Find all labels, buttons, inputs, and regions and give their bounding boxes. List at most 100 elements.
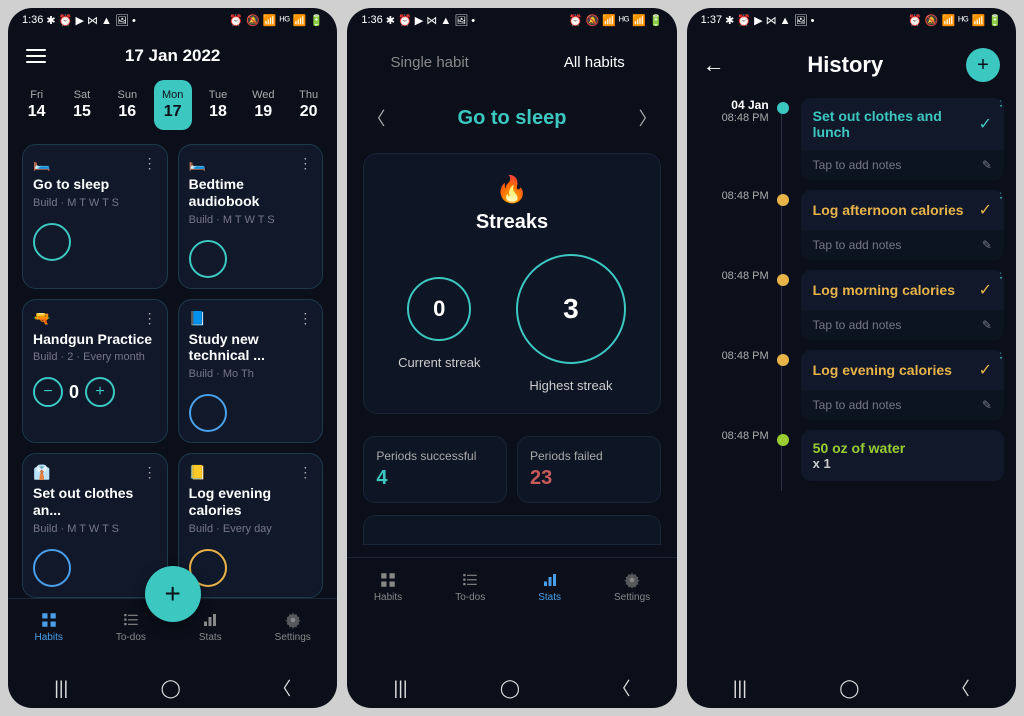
screen-stats: 1:36 ✱ ⏰ ▶ ⋈ ▲ 🖼 • ⏰ 🔕 📶 ᴴᴳ 📶 🔋 Single h… (347, 8, 676, 708)
android-nav: ||| ◯ 〈 (687, 668, 1016, 708)
more-icon[interactable]: ⋮ (143, 310, 157, 327)
current-streak: 0 (407, 277, 471, 341)
menu-icon[interactable] (26, 49, 46, 63)
timeline-dot (777, 274, 789, 286)
tab-stats[interactable]: Stats (199, 611, 222, 643)
more-icon[interactable]: ⋮ (994, 350, 1004, 361)
add-notes[interactable]: Tap to add notes✎ (801, 150, 1004, 180)
day-thu[interactable]: Thu20 (290, 80, 328, 130)
complete-circle[interactable] (33, 549, 71, 587)
timeline-dot (777, 354, 789, 366)
history-card[interactable]: ⋮ Log evening calories✓ Tap to add notes… (801, 350, 1004, 420)
status-time: 1:37 (701, 14, 722, 26)
tab-habits[interactable]: Habits (35, 611, 63, 643)
streaks-card: 🔥 Streaks 0 Current streak 3 Highest str… (363, 153, 660, 414)
timeline-dot (777, 194, 789, 206)
more-icon[interactable]: ⋮ (994, 98, 1004, 109)
status-bar: 1:36 ✱ ⏰ ▶ ⋈ ▲ 🖼 • ⏰ 🔕 📶 ᴴᴳ 📶 🔋 (8, 8, 337, 32)
pencil-icon: ✎ (982, 398, 992, 412)
add-notes[interactable]: Tap to add notes✎ (801, 390, 1004, 420)
history-card[interactable]: ⋮ Set out clothes and lunch✓ Tap to add … (801, 98, 1004, 180)
status-time: 1:36 (361, 14, 382, 26)
habit-card[interactable]: ⋮ 📘 Study new technical ... Build · Mo T… (178, 299, 324, 444)
status-bar: 1:37 ✱ ⏰ ▶ ⋈ ▲ 🖼 • ⏰ 🔕 📶 ᴴᴳ 📶 🔋 (687, 8, 1016, 32)
pencil-icon: ✎ (982, 318, 992, 332)
back-icon[interactable]: ← (703, 52, 725, 78)
pencil-icon: ✎ (982, 238, 992, 252)
add-notes[interactable]: Tap to add notes✎ (801, 310, 1004, 340)
more-icon[interactable]: ⋮ (994, 190, 1004, 201)
tab-todos[interactable]: To-dos (116, 611, 146, 643)
timeline-dot (777, 102, 789, 114)
screen-history: 1:37 ✱ ⏰ ▶ ⋈ ▲ 🖼 • ⏰ 🔕 📶 ᴴᴳ 📶 🔋 ← Histor… (687, 8, 1016, 708)
android-nav: ||| ◯ 〈 (8, 668, 337, 708)
history-card[interactable]: ⋮ Log morning calories✓ Tap to add notes… (801, 270, 1004, 340)
highest-streak: 3 (516, 254, 626, 364)
home-button[interactable]: ◯ (500, 678, 520, 699)
timeline: 04 Jan08:48 PM ⋮ Set out clothes and lun… (687, 98, 1016, 491)
more-icon[interactable]: ⋮ (298, 310, 312, 327)
android-nav: ||| ◯ 〈 (347, 668, 676, 708)
bottom-nav: Habits To-dos Stats Settings (347, 557, 676, 615)
date-title: 17 Jan 2022 (46, 46, 299, 66)
tab-habits[interactable]: Habits (374, 571, 402, 603)
add-notes[interactable]: Tap to add notes✎ (801, 230, 1004, 260)
plus-button[interactable]: + (85, 377, 115, 407)
recents-button[interactable]: ||| (733, 678, 747, 699)
habit-card[interactable]: ⋮ 👔 Set out clothes an... Build · M T W … (22, 453, 168, 598)
more-icon[interactable]: ⋮ (298, 155, 312, 172)
habit-card[interactable]: ⋮ 🛏️ Bedtime audiobook Build · M T W T S (178, 144, 324, 289)
next-habit-button[interactable]: 〉 (639, 105, 657, 131)
habit-card[interactable]: ⋮ 🔫 Handgun Practice Build · 2 · Every m… (22, 299, 168, 444)
tab-single-habit[interactable]: Single habit (347, 44, 512, 81)
tab-settings[interactable]: Settings (275, 611, 311, 643)
habit-card[interactable]: ⋮ 📒 Log evening calories Build · Every d… (178, 453, 324, 598)
minus-button[interactable]: − (33, 377, 63, 407)
tab-stats[interactable]: Stats (538, 571, 561, 603)
day-sat[interactable]: Sat15 (63, 80, 101, 130)
check-icon: ✓ (979, 360, 992, 380)
status-bar: 1:36 ✱ ⏰ ▶ ⋈ ▲ 🖼 • ⏰ 🔕 📶 ᴴᴳ 📶 🔋 (347, 8, 676, 32)
back-button[interactable]: 〈 (612, 675, 630, 701)
add-button[interactable]: + (966, 48, 1000, 82)
prev-habit-button[interactable]: 〈 (367, 105, 385, 131)
home-button[interactable]: ◯ (839, 678, 859, 699)
complete-circle[interactable] (189, 394, 227, 432)
screen-habits: 1:36 ✱ ⏰ ▶ ⋈ ▲ 🖼 • ⏰ 🔕 📶 ᴴᴳ 📶 🔋 17 Jan 2… (8, 8, 337, 708)
back-button[interactable]: 〈 (273, 675, 291, 701)
tab-todos[interactable]: To-dos (455, 571, 485, 603)
tab-settings[interactable]: Settings (614, 571, 650, 603)
more-icon[interactable]: ⋮ (143, 155, 157, 172)
day-sun[interactable]: Sun16 (108, 80, 146, 130)
more-icon[interactable]: ⋮ (298, 464, 312, 481)
counter-value: 0 (69, 382, 79, 403)
history-card[interactable]: 50 oz of water x 1 (801, 430, 1004, 481)
timeline-dot (777, 434, 789, 446)
home-button[interactable]: ◯ (161, 678, 181, 699)
history-card[interactable]: ⋮ Log afternoon calories✓ Tap to add not… (801, 190, 1004, 260)
status-time: 1:36 (22, 14, 43, 26)
pencil-icon: ✎ (982, 158, 992, 172)
recents-button[interactable]: ||| (394, 678, 408, 699)
recents-button[interactable]: ||| (54, 678, 68, 699)
flame-icon: 🔥 (380, 174, 643, 205)
habit-card[interactable]: ⋮ 🛏️ Go to sleep Build · M T W T S (22, 144, 168, 289)
week-picker: Fri14 Sat15 Sun16 Mon17 Tue18 Wed19 Thu2… (8, 74, 337, 144)
periods-successful: Periods successful 4 (363, 436, 507, 503)
more-icon[interactable]: ⋮ (994, 270, 1004, 281)
day-mon[interactable]: Mon17 (154, 80, 192, 130)
complete-circle[interactable] (33, 223, 71, 261)
page-title: History (725, 52, 966, 78)
back-button[interactable]: 〈 (952, 675, 970, 701)
tab-all-habits[interactable]: All habits (512, 44, 677, 81)
day-fri[interactable]: Fri14 (18, 80, 56, 130)
check-icon: ✓ (979, 114, 992, 134)
periods-failed: Periods failed 23 (517, 436, 661, 503)
check-icon: ✓ (979, 280, 992, 300)
more-icon[interactable]: ⋮ (143, 464, 157, 481)
complete-circle[interactable] (189, 240, 227, 278)
check-icon: ✓ (979, 200, 992, 220)
day-wed[interactable]: Wed19 (244, 80, 282, 130)
add-habit-fab[interactable]: + (145, 566, 201, 622)
day-tue[interactable]: Tue18 (199, 80, 237, 130)
